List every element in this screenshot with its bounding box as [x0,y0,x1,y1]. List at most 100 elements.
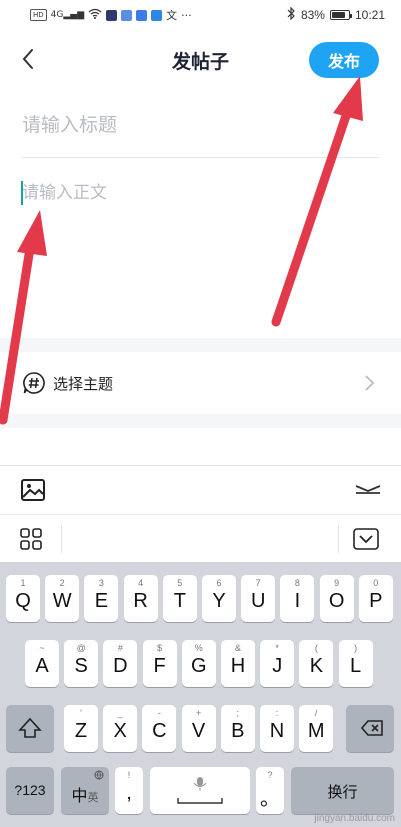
key-l[interactable]: ) L [338,640,373,687]
key-label: W [52,590,72,612]
space-key[interactable] [150,767,250,814]
key-m[interactable]: / M [299,705,334,752]
symbols-key[interactable]: ?123 [6,767,54,814]
key-sub-label: 7 [255,578,261,588]
key-z[interactable]: ' Z [64,705,98,752]
key-v[interactable]: + V [181,705,216,752]
key-x[interactable]: _ X [103,705,138,752]
key-d[interactable]: # D [103,640,138,687]
title-input[interactable] [22,108,379,142]
chevron-right-icon [365,375,375,391]
key-f[interactable]: $ F [142,640,177,687]
select-theme-row[interactable]: 选择主题 [0,352,401,414]
key-sub-label: : [275,708,279,718]
search-notification-icon [151,9,163,21]
soft-keyboard: 1Q2W3E4R5T6Y7U8I9O0P ~ A @ S # D $ F% G & H * J(K) L … [0,562,401,827]
key-b[interactable]: ; B [220,705,255,752]
key-n[interactable]: :N [260,705,294,752]
key-sub-label: ~ [39,643,45,653]
key-k[interactable]: (K [299,640,334,687]
shift-icon [18,717,42,738]
key-label: K [309,655,324,677]
select-theme-label: 选择主题 [53,375,114,393]
section-separator [0,338,401,352]
comma-key[interactable]: ! , [115,767,143,814]
watermark: jingyan.baidu.com [314,813,395,824]
language-switch-key[interactable]: 中英 [61,767,109,814]
key-sub-label: ; [236,708,240,718]
key-i[interactable]: 8I [280,575,315,622]
clock: 10:21 [354,8,385,22]
grid-icon[interactable] [20,528,42,550]
key-c[interactable]: -C [142,705,177,752]
key-sub-label: 1 [20,578,26,588]
key-s[interactable]: @ S [64,640,99,687]
key-label: O [328,590,345,612]
body-input[interactable] [22,178,379,328]
key-sub-label: ) [354,643,358,653]
key-r[interactable]: 4R [123,575,158,622]
text-cursor [21,181,23,205]
key-g[interactable]: % G [181,640,216,687]
wifi-icon [88,8,102,22]
key-j[interactable]: * J [260,640,295,687]
hashtag-bubble-icon [23,372,45,394]
key-label: M [307,720,325,742]
key-label: I [294,590,301,612]
key-sub-label: $ [157,643,163,653]
key-label: R [133,590,148,612]
period-key[interactable]: ? 。 [256,767,284,814]
microphone-icon [177,777,223,804]
battery-icon [329,10,352,20]
key-label: P [369,590,383,612]
period-key-label: 。 [260,788,280,810]
key-o[interactable]: 9O [319,575,354,622]
image-icon[interactable] [20,478,46,502]
key-p[interactable]: 0P [358,575,393,622]
key-h[interactable]: & H [221,640,255,687]
language-english-label: 英 [87,792,99,804]
ime-indicator: 文 [166,9,178,22]
key-t[interactable]: 5T [162,575,197,622]
key-label: Q [15,590,31,612]
app-notification-icon [106,9,118,21]
publish-button[interactable]: 发布 [309,42,379,78]
key-sub-label: 4 [138,578,144,588]
enter-key[interactable]: 换行 [291,767,394,814]
toolbar-separator [61,525,62,553]
key-label: B [231,720,245,742]
key-a[interactable]: ~ A [25,640,59,687]
key-label: U [250,590,266,612]
key-label: Y [212,590,226,612]
key-sub-label: 3 [98,578,104,588]
fold-icon[interactable] [354,480,382,500]
key-u[interactable]: 7U [241,575,276,622]
symbols-key-label: ?123 [14,782,46,798]
battery-percent: 83% [300,8,325,22]
key-label: S [74,655,88,677]
comma-key-label: , [126,782,132,804]
status-right: 83% 10:21 [287,6,385,23]
backspace-key[interactable] [346,705,394,752]
backspace-icon [360,720,383,736]
key-w[interactable]: 2W [45,575,80,622]
key-q[interactable]: 1Q [6,575,40,622]
key-label: N [269,720,285,742]
key-label: H [230,655,246,677]
status-bar: HD 4G▂▄▆ 文 ··· 83% 10:21 [0,0,401,30]
key-label: C [152,720,167,742]
period-key-sub: ? [267,770,273,780]
key-label: V [191,720,206,742]
keyboard-hide-icon[interactable] [353,528,379,550]
key-e[interactable]: 3E [84,575,119,622]
comma-key-sub: ! [127,770,131,780]
key-label: T [173,590,186,612]
key-label: Z [74,720,88,742]
key-sub-label: 8 [294,578,300,588]
key-y[interactable]: 6Y [202,575,236,622]
key-sub-label: 2 [59,578,65,588]
key-sub-label: # [117,643,123,653]
shift-key[interactable] [6,705,54,752]
key-label: E [94,590,109,612]
key-sub-label: 5 [177,578,183,588]
